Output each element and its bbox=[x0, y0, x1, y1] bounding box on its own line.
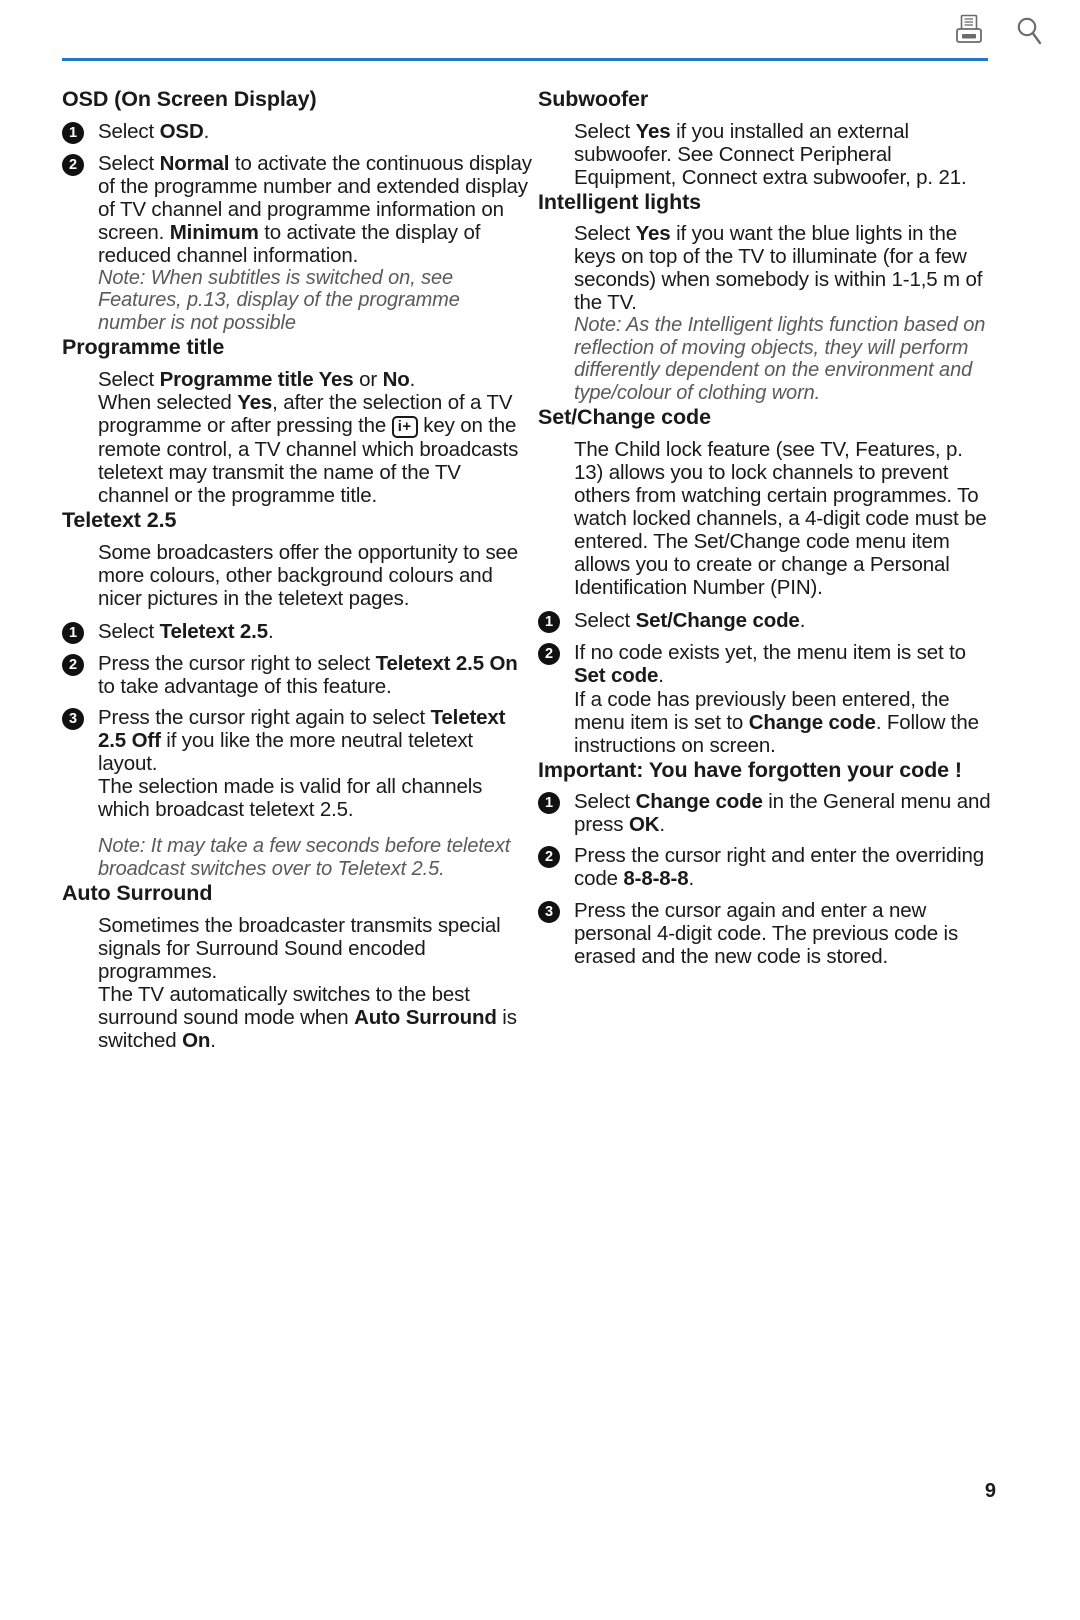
step-number: 1 bbox=[62, 621, 84, 644]
step-text: Press the cursor again and enter a new p… bbox=[574, 898, 959, 968]
list-item: 1 Select OSD. bbox=[62, 120, 532, 144]
step-text: Select Normal to activate the continuous… bbox=[98, 151, 532, 267]
step-text: Press the cursor right and enter the ove… bbox=[574, 844, 984, 891]
section-heading-auto-surround: Auto Surround bbox=[62, 881, 213, 906]
step-number: 2 bbox=[62, 153, 84, 176]
list-item: 1 Select Change code in the General menu… bbox=[538, 790, 996, 836]
list-item: 2 Select Normal to activate the continuo… bbox=[62, 152, 532, 267]
page-content: OSD (On Screen Display) 1 Select OSD. 2 … bbox=[0, 86, 1080, 1052]
body-set-change-code: The Child lock feature (see TV, Features… bbox=[574, 437, 987, 600]
list-item: 1 Select Set/Change code. bbox=[538, 609, 996, 634]
step-number: 2 bbox=[538, 846, 560, 869]
toolbar bbox=[0, 0, 1080, 62]
note-intelligent-lights: Note: As the Intelligent lights function… bbox=[574, 314, 986, 404]
printer-icon-svg bbox=[956, 14, 982, 43]
step-number: 3 bbox=[538, 900, 560, 923]
list-item: 2 Press the cursor right and enter the o… bbox=[538, 844, 996, 890]
body-teletext: Some broadcasters offer the opportunity … bbox=[98, 540, 519, 610]
step-number: 1 bbox=[538, 611, 560, 634]
section-heading-intelligent-lights: Intelligent lights bbox=[538, 189, 702, 214]
body-intelligent-lights: Select Yes if you want the blue lights i… bbox=[574, 222, 983, 315]
section-heading-important: Important: You have forgotten your code … bbox=[538, 757, 962, 782]
section-heading-set-change-code: Set/Change code bbox=[538, 405, 711, 430]
body-auto-surround: Sometimes the broadcaster transmits spec… bbox=[98, 913, 517, 1053]
step-text: Select Teletext 2.5. bbox=[98, 619, 274, 643]
step-text: Select Set/Change code. bbox=[574, 609, 806, 633]
step-text: If no code exists yet, the menu item is … bbox=[574, 641, 979, 757]
right-column: Subwoofer Select Yes if you installed an… bbox=[538, 86, 996, 968]
header-rule bbox=[62, 58, 988, 61]
body-programme-title: Select Programme title Yes or No. When se… bbox=[98, 367, 519, 508]
step-text: Press the cursor right to select Teletex… bbox=[98, 651, 518, 698]
step-number: 1 bbox=[62, 121, 84, 144]
printer-icon[interactable] bbox=[948, 10, 990, 52]
list-item: 2 If no code exists yet, the menu item i… bbox=[538, 641, 996, 757]
list-item: 2 Press the cursor right to select Telet… bbox=[62, 652, 532, 698]
list-item: 3 Press the cursor again and enter a new… bbox=[538, 899, 996, 968]
list-item: 3 Press the cursor right again to select… bbox=[62, 706, 532, 821]
left-column: OSD (On Screen Display) 1 Select OSD. 2 … bbox=[62, 86, 532, 1052]
step-text: Press the cursor right again to select T… bbox=[98, 705, 506, 822]
note-osd: Note: When subtitles is switched on, see… bbox=[98, 266, 460, 334]
step-number: 1 bbox=[538, 792, 560, 815]
section-heading-subwoofer: Subwoofer bbox=[538, 87, 649, 111]
section-heading-programme-title: Programme title bbox=[62, 335, 225, 360]
list-item: 1 Select Teletext 2.5. bbox=[62, 620, 532, 644]
body-subwoofer: Select Yes if you installed an external … bbox=[574, 119, 967, 189]
toolbar-icon-group bbox=[948, 10, 1050, 52]
note-teletext: Note: It may take a few seconds before t… bbox=[98, 835, 511, 880]
step-text: Select Change code in the General menu a… bbox=[574, 790, 991, 837]
step-number: 2 bbox=[62, 653, 84, 676]
search-icon-svg bbox=[1017, 17, 1042, 45]
two-column-layout: OSD (On Screen Display) 1 Select OSD. 2 … bbox=[0, 86, 1080, 1052]
step-number: 3 bbox=[62, 707, 84, 730]
section-heading-osd: OSD (On Screen Display) bbox=[62, 87, 317, 111]
step-text: Select OSD. bbox=[98, 119, 210, 143]
section-heading-teletext: Teletext 2.5 bbox=[62, 508, 177, 533]
step-number: 2 bbox=[538, 643, 560, 666]
page-number: 9 bbox=[984, 1480, 996, 1502]
search-icon[interactable] bbox=[1008, 10, 1050, 52]
